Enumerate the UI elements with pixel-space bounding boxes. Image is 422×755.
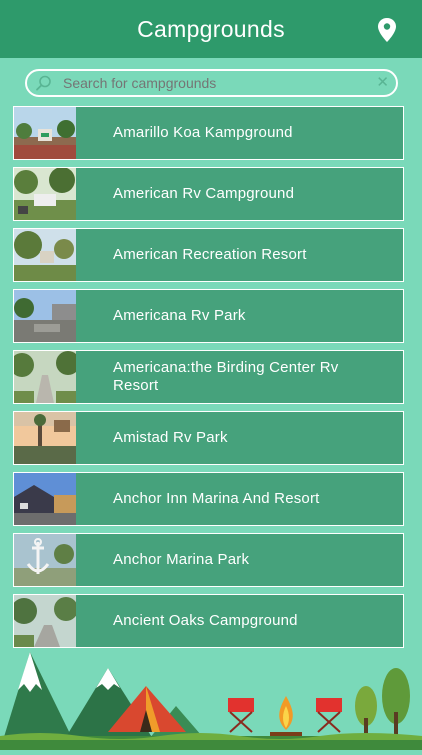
campground-name: Anchor Inn Marina And Resort	[113, 490, 320, 507]
campground-name: Amistad Rv Park	[113, 429, 228, 446]
search-bar[interactable]: ✕	[25, 69, 398, 97]
campground-thumbnail	[14, 473, 76, 525]
campground-thumbnail	[14, 534, 76, 586]
campground-name: American Rv Campground	[113, 185, 295, 202]
campground-thumbnail	[14, 351, 76, 403]
app-header: Campgrounds	[0, 0, 422, 58]
list-item[interactable]: American Rv Campground	[13, 167, 404, 221]
list-item[interactable]: American Recreation Resort	[13, 228, 404, 282]
list-item[interactable]: Anchor Inn Marina And Resort	[13, 472, 404, 526]
close-icon[interactable]: ✕	[376, 74, 389, 92]
campground-name: Americana:the Birding Center Rv Resort	[113, 359, 339, 394]
campground-thumbnail	[14, 290, 76, 342]
campground-name: Anchor Marina Park	[113, 551, 250, 568]
campground-name: Americana Rv Park	[113, 307, 246, 324]
search-input[interactable]	[63, 75, 363, 91]
campground-name: Amarillo Koa Kampground	[113, 124, 293, 141]
page-title: Campgrounds	[137, 16, 285, 42]
campground-name: Ancient Oaks Campground	[113, 612, 298, 629]
campground-thumbnail	[14, 107, 76, 159]
campground-thumbnail	[14, 168, 76, 220]
list-item[interactable]: Amistad Rv Park	[13, 411, 404, 465]
list-item[interactable]: Amarillo Koa Kampground	[13, 106, 404, 160]
list-item[interactable]: Americana Rv Park	[13, 289, 404, 343]
list-item[interactable]: Americana:the Birding Center Rv Resort	[13, 350, 404, 404]
campground-name: American Recreation Resort	[113, 246, 307, 263]
campground-thumbnail	[14, 229, 76, 281]
campground-thumbnail	[14, 412, 76, 464]
list-item[interactable]: Anchor Marina Park	[13, 533, 404, 587]
magnifier-icon	[35, 74, 53, 92]
camping-scene-illustration	[0, 640, 422, 750]
location-pin-icon[interactable]	[376, 17, 398, 43]
